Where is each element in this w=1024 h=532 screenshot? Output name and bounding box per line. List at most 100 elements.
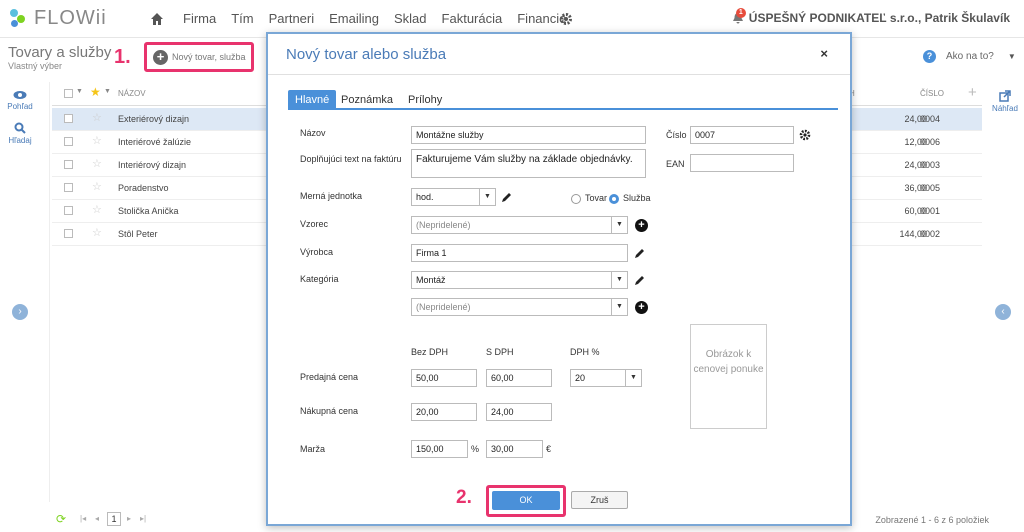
star-icon[interactable]: ☆ — [92, 226, 102, 239]
search-button[interactable]: Hľadaj — [0, 122, 40, 145]
ean-input[interactable] — [690, 154, 794, 172]
page-subtitle[interactable]: Vlastný výber — [8, 61, 62, 71]
star-icon[interactable]: ☆ — [92, 134, 102, 147]
chevron-left-icon[interactable]: ‹ — [995, 304, 1011, 320]
chevron-down-icon[interactable]: ▼ — [625, 370, 641, 386]
row-checkbox[interactable] — [64, 183, 73, 192]
preview-button[interactable]: Náhľad — [985, 90, 1024, 113]
star-icon[interactable]: ☆ — [92, 111, 102, 124]
row-checkbox[interactable] — [64, 206, 73, 215]
pencil-icon[interactable] — [634, 247, 646, 259]
help-link[interactable]: ? Ako na to? ▼ — [923, 50, 1016, 63]
new-item-button[interactable]: + Nový tovar, služba — [144, 42, 254, 72]
cell-name: Stolička Anička — [118, 206, 179, 216]
eye-icon — [13, 91, 27, 99]
pencil-icon[interactable] — [634, 274, 646, 286]
image-upload-box[interactable]: Obrázok k cenovej ponuke — [690, 324, 767, 429]
star-icon[interactable]: ☆ — [92, 157, 102, 170]
dialog-tabs: Hlavné Poznámka Prílohy — [288, 90, 838, 110]
category-value: Montáž — [416, 275, 446, 285]
nav-item-firma[interactable]: Firma — [183, 11, 216, 26]
name-input[interactable]: Montážne služby — [411, 126, 646, 144]
nav-item-partneri[interactable]: Partneri — [269, 11, 315, 26]
sale-price-incl-input[interactable]: 60,00 — [486, 369, 552, 387]
row-checkbox[interactable] — [64, 160, 73, 169]
cell-number: 0006 — [920, 137, 941, 147]
last-page-icon[interactable]: ▸| — [140, 514, 146, 523]
radio-service[interactable] — [609, 194, 619, 204]
star-icon[interactable]: ★ — [90, 85, 101, 99]
manufacturer-input[interactable]: Firma 1 — [411, 244, 628, 262]
tab-note[interactable]: Poznámka — [334, 90, 400, 110]
label-service: Služba — [623, 193, 651, 203]
vat-value: 20 — [575, 373, 586, 383]
pattern-select[interactable]: (Nepridelené) ▼ — [411, 216, 628, 234]
radio-goods[interactable] — [571, 194, 581, 204]
number-input[interactable]: 0007 — [690, 126, 794, 144]
star-icon[interactable]: ☆ — [92, 203, 102, 216]
chevron-down-icon[interactable]: ▼ — [611, 299, 627, 315]
tab-attachments[interactable]: Prílohy — [401, 90, 449, 110]
add-category-icon[interactable]: + — [635, 301, 648, 314]
purchase-price-excl-input[interactable]: 20,00 — [411, 403, 477, 421]
chevron-down-icon[interactable]: ▼ — [611, 217, 627, 233]
subcategory-select[interactable]: (Nepridelené) ▼ — [411, 298, 628, 316]
row-checkbox[interactable] — [64, 137, 73, 146]
sale-price-excl-input[interactable]: 50,00 — [411, 369, 477, 387]
unit-select[interactable]: hod. ▼ — [411, 188, 496, 206]
column-header-name[interactable]: NÁZOV — [118, 89, 146, 98]
nav-item-tim[interactable]: Tím — [231, 11, 253, 26]
add-pattern-icon[interactable]: + — [635, 219, 648, 232]
logo[interactable]: FLOWii — [8, 6, 107, 30]
label-euro: € — [546, 444, 552, 454]
nav-item-emailing[interactable]: Emailing — [329, 11, 379, 26]
gear-icon[interactable] — [799, 129, 811, 141]
new-item-button-label: Nový tovar, služba — [172, 52, 246, 62]
chevron-right-icon[interactable]: › — [12, 304, 28, 320]
nav-item-sklad[interactable]: Sklad — [394, 11, 427, 26]
view-button[interactable]: Pohľad — [0, 90, 40, 111]
bell-icon[interactable]: 1 — [731, 8, 746, 25]
chevron-down-icon[interactable]: ▼ — [479, 189, 495, 205]
purchase-price-incl-input[interactable]: 24,00 — [486, 403, 552, 421]
select-all-checkbox[interactable] — [64, 89, 73, 98]
label-number: Číslo — [666, 130, 687, 140]
label-unit: Merná jednotka — [300, 191, 363, 201]
chevron-down-icon[interactable]: ▼ — [76, 88, 83, 95]
prev-page-icon[interactable]: ◂ — [95, 514, 99, 523]
pencil-icon[interactable] — [501, 191, 513, 203]
gear-icon[interactable] — [559, 12, 573, 26]
external-link-icon — [999, 90, 1011, 102]
margin-abs-input[interactable]: 30,00 — [486, 440, 543, 458]
company-menu[interactable]: 1 ÚSPEŠNÝ PODNIKATEĽ s.r.o., Patrik Škul… — [731, 8, 1010, 25]
label-percent: % — [471, 444, 480, 454]
chevron-down-icon[interactable]: ▼ — [1008, 52, 1016, 61]
page-title: Tovary a služby — [8, 44, 112, 61]
column-header-number[interactable]: ČÍSLO — [920, 89, 944, 98]
tab-main[interactable]: Hlavné — [288, 90, 337, 110]
row-checkbox[interactable] — [64, 229, 73, 238]
invoice-text-textarea[interactable]: Fakturujeme Vám služby na základe objedn… — [411, 149, 646, 178]
home-icon[interactable] — [150, 12, 164, 26]
step-2-marker: 2. — [456, 487, 472, 508]
nav-item-fakturacia[interactable]: Fakturácia — [442, 11, 503, 26]
margin-pct-input[interactable]: 150,00 — [411, 440, 468, 458]
ok-button[interactable]: OK — [492, 491, 560, 510]
company-name: ÚSPEŠNÝ PODNIKATEĽ s.r.o., Patrik Škulav… — [748, 11, 1010, 25]
chevron-down-icon[interactable]: ▼ — [104, 88, 111, 95]
next-page-icon[interactable]: ▸ — [127, 514, 131, 523]
first-page-icon[interactable]: |◂ — [80, 514, 86, 523]
add-column-icon[interactable]: + — [968, 84, 977, 101]
main-nav: Firma Tím Partneri Emailing Sklad Faktur… — [183, 11, 581, 26]
vat-select[interactable]: 20 ▼ — [570, 369, 642, 387]
row-checkbox[interactable] — [64, 114, 73, 123]
page-number-input[interactable]: 1 — [107, 512, 121, 526]
star-icon[interactable]: ☆ — [92, 180, 102, 193]
cell-number: 0005 — [920, 183, 941, 193]
new-item-dialog: Nový tovar alebo služba × Hlavné Poznámk… — [266, 32, 852, 526]
chevron-down-icon[interactable]: ▼ — [611, 272, 627, 288]
refresh-icon[interactable]: ⟳ — [56, 512, 66, 526]
category-select[interactable]: Montáž ▼ — [411, 271, 628, 289]
close-icon[interactable]: × — [820, 46, 828, 61]
cancel-button[interactable]: Zruš — [571, 491, 628, 509]
